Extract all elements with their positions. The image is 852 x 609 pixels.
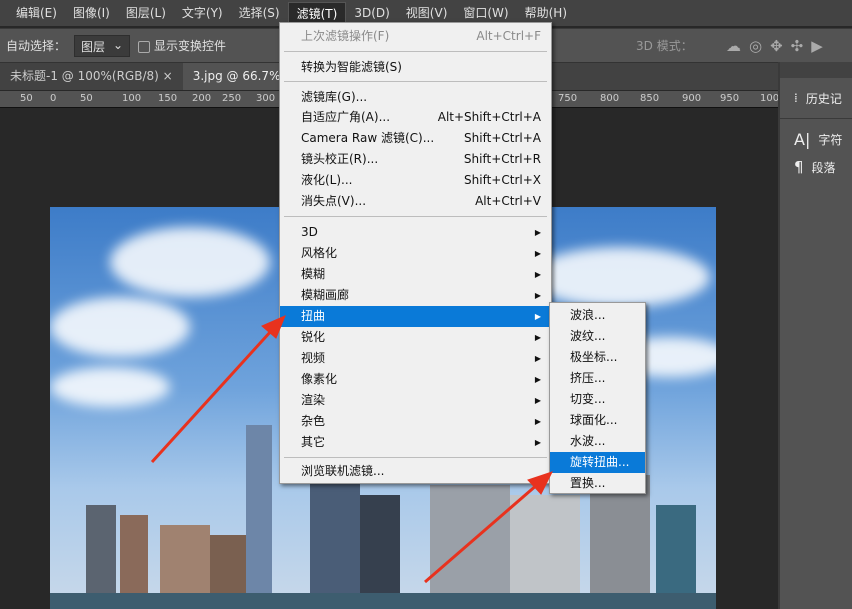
arrow-to-distort xyxy=(150,315,286,464)
annotation-arrows xyxy=(150,315,553,584)
arrow-to-twirl xyxy=(424,471,553,584)
